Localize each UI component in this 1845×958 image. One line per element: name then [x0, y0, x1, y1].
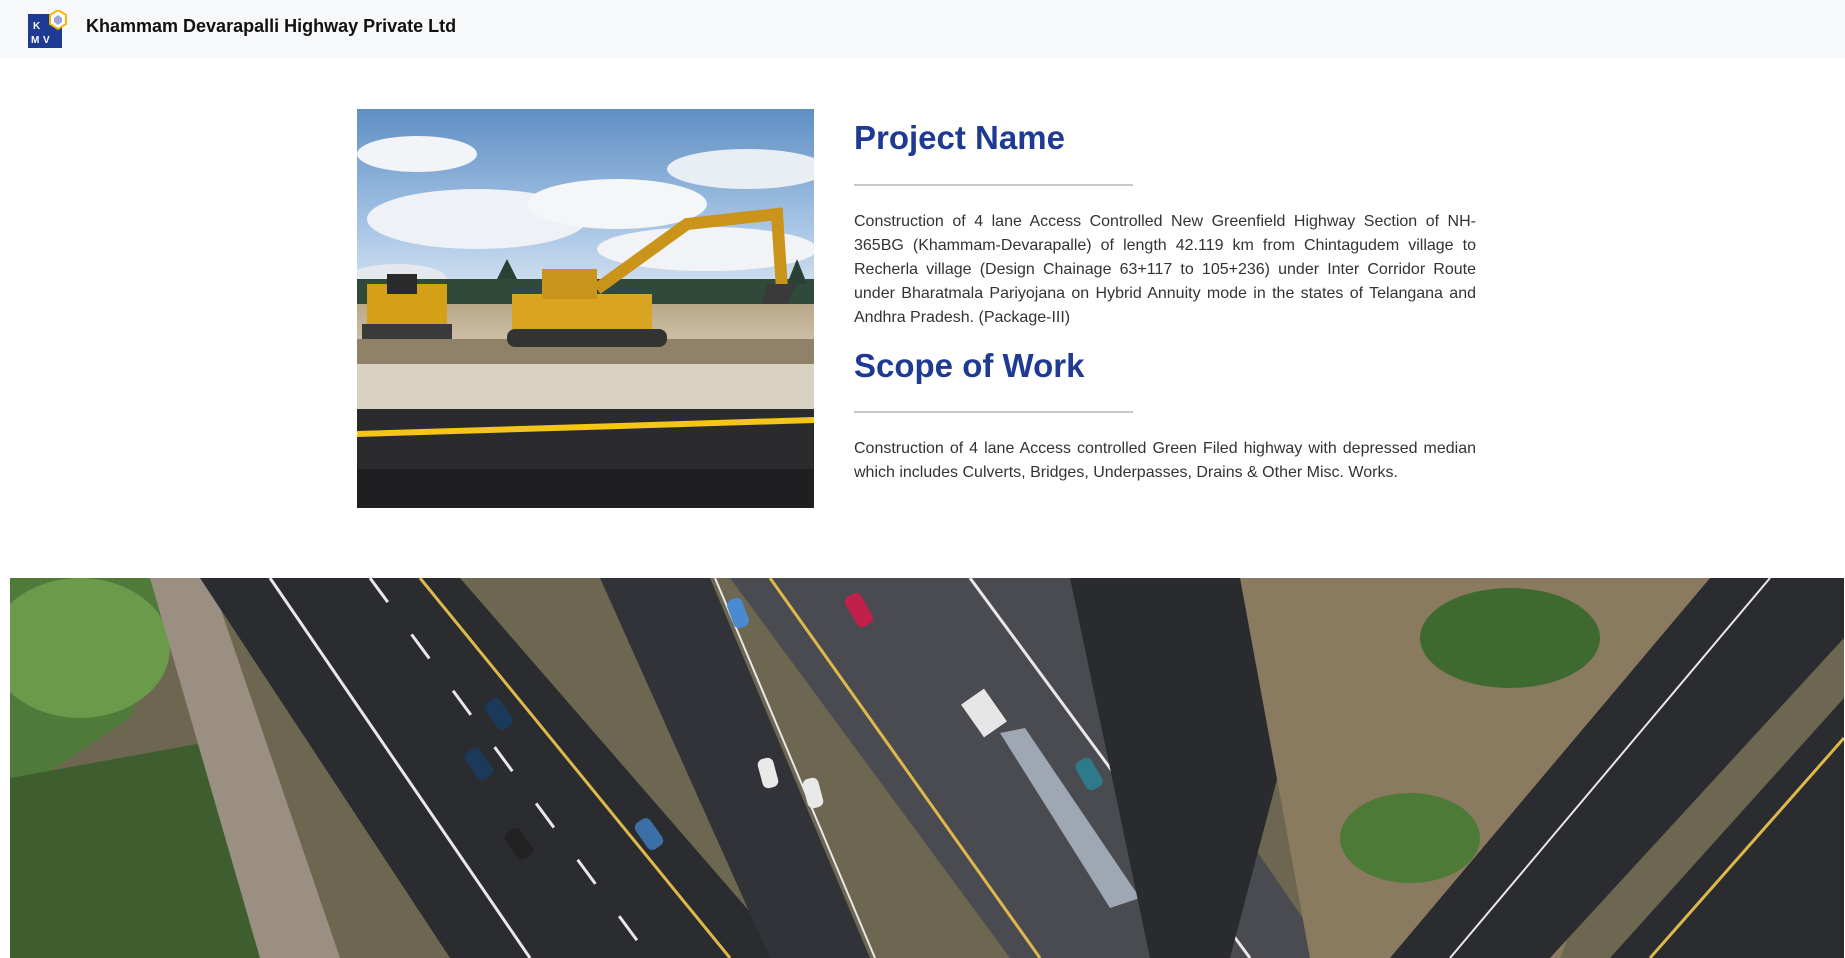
- project-name-description: Construction of 4 lane Access Controlled…: [854, 212, 1476, 326]
- heading-divider: [854, 183, 1133, 186]
- project-name-heading: Project Name: [854, 119, 1065, 156]
- heading-divider: [854, 411, 1133, 414]
- svg-text:K: K: [33, 21, 41, 32]
- company-logo-icon[interactable]: K M V: [28, 10, 74, 50]
- svg-text:M: M: [31, 35, 39, 46]
- svg-text:V: V: [43, 35, 50, 46]
- excavator-scene-image: [357, 109, 814, 508]
- scope-of-work-heading: Scope of Work: [854, 346, 1085, 384]
- construction-photo: [357, 109, 814, 508]
- project-info-section: Project Name Construction of 4 lane Acce…: [854, 109, 1476, 485]
- highway-interchange-image: [10, 578, 1844, 958]
- scope-of-work-description: Construction of 4 lane Access controlled…: [854, 440, 1476, 482]
- highway-aerial-photo: [10, 578, 1844, 958]
- top-navbar: K M V Khammam Devarapalli Highway Privat…: [0, 0, 1845, 58]
- brand-title[interactable]: Khammam Devarapalli Highway Private Ltd: [86, 16, 456, 37]
